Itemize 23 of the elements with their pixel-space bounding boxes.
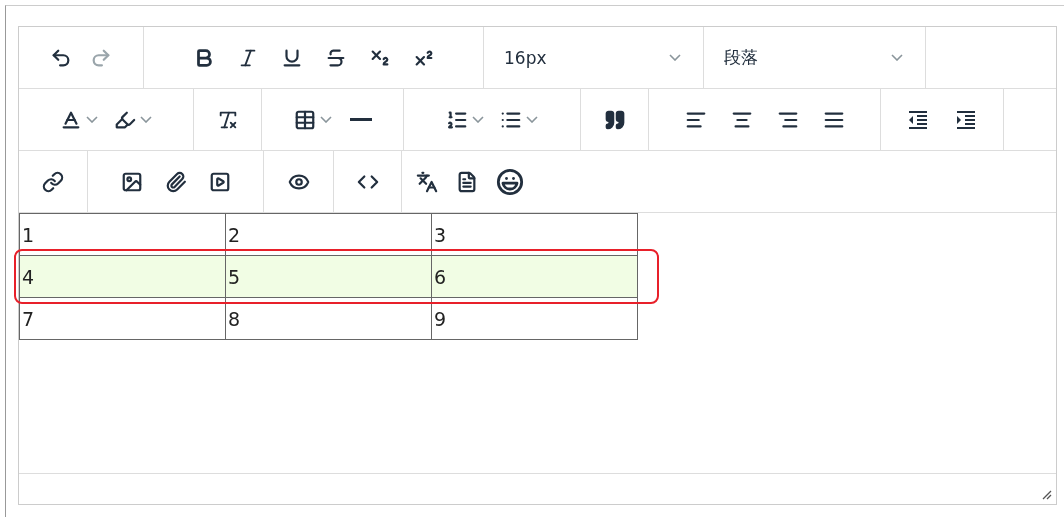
horizontal-line-icon <box>349 118 372 121</box>
caret-icon <box>669 54 681 61</box>
caret-icon <box>472 116 484 123</box>
table-icon <box>293 108 316 131</box>
paperclip-icon <box>164 170 187 193</box>
table-cell: 4 <box>19 255 226 298</box>
caret-icon <box>319 116 332 123</box>
font-size-select[interactable]: 16px <box>484 27 703 88</box>
play-icon <box>208 170 231 193</box>
emoji-icon <box>496 167 524 196</box>
caret-icon <box>891 54 903 61</box>
caret-icon <box>86 116 98 123</box>
caret-icon <box>140 116 152 123</box>
block-format-select[interactable]: 段落 <box>704 27 925 88</box>
document-icon <box>456 170 478 193</box>
translate-icon <box>416 170 438 193</box>
link-icon <box>42 170 64 193</box>
table-cell: 6 <box>431 255 638 298</box>
table-cell: 5 <box>225 255 432 298</box>
caret-icon <box>526 116 538 123</box>
resize-handle-icon[interactable] <box>1040 488 1052 500</box>
image-icon <box>120 170 143 193</box>
quote-icon <box>603 108 626 131</box>
